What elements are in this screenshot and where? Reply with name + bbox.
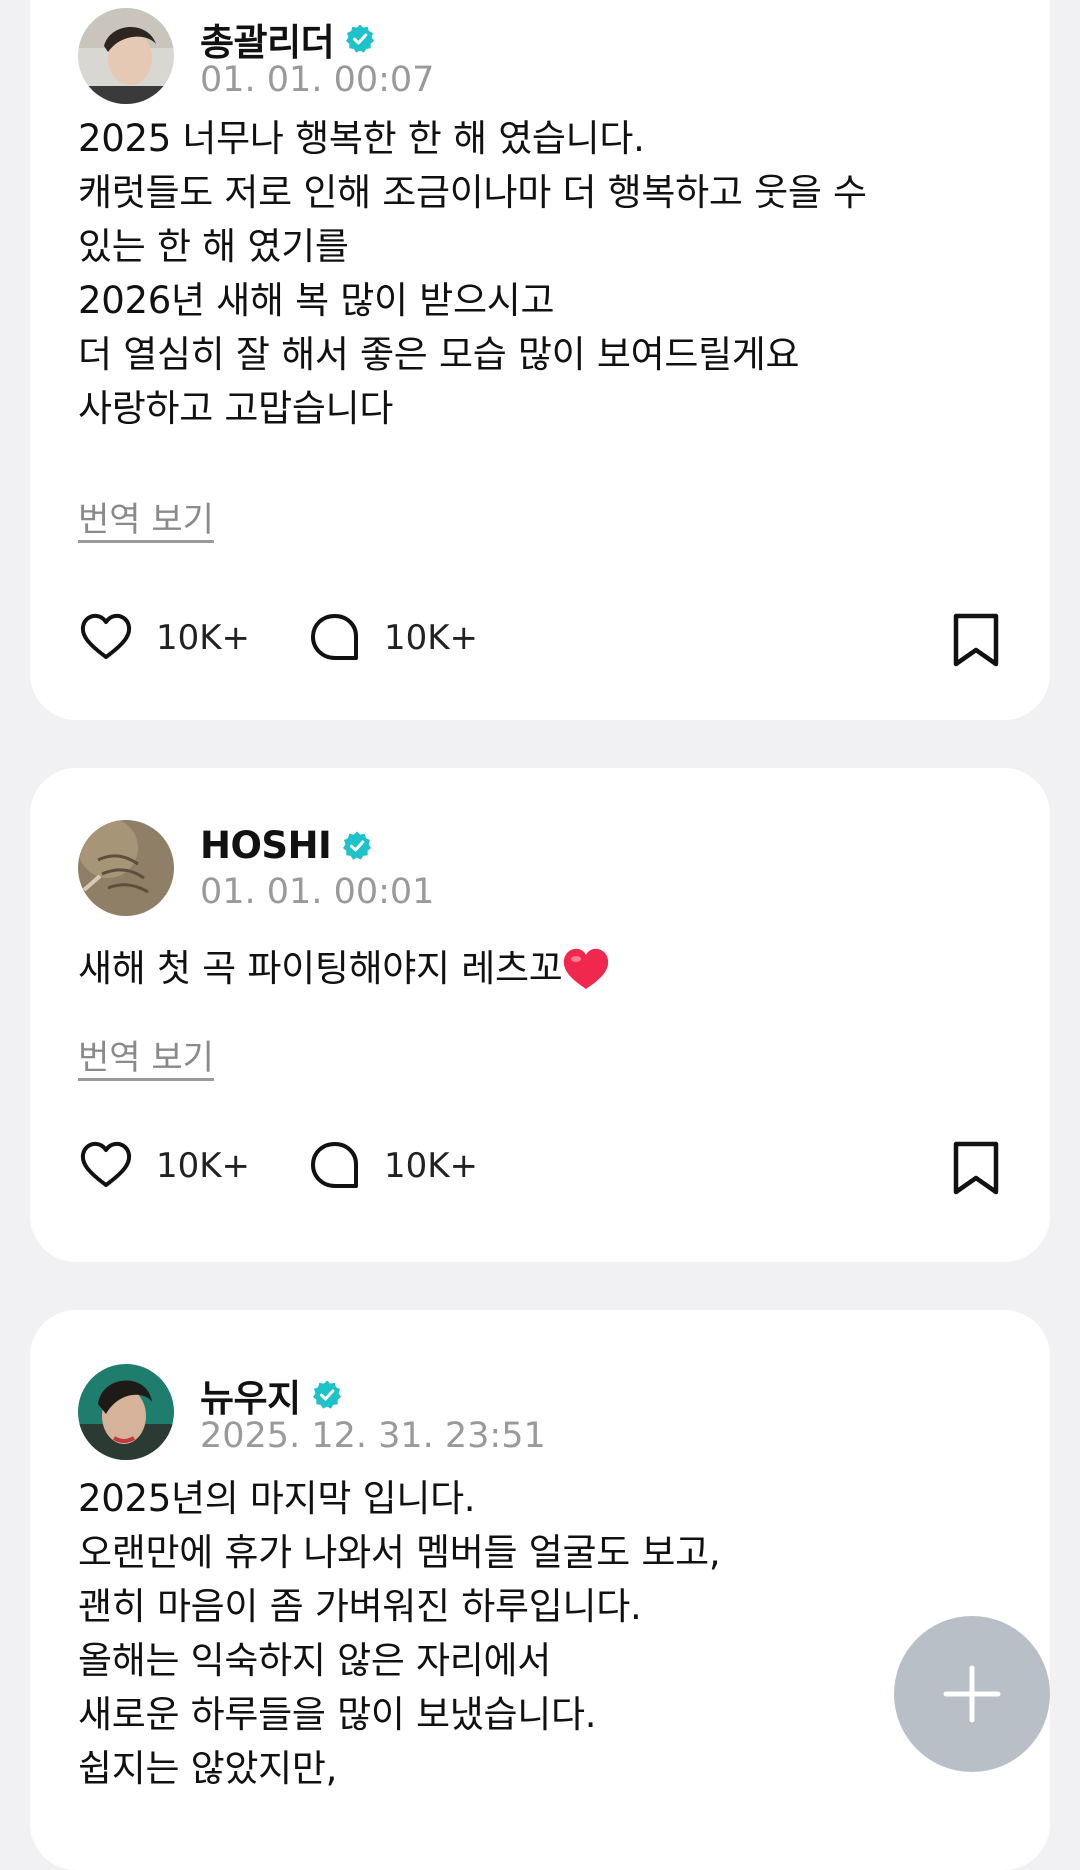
verified-badge-icon	[344, 23, 376, 55]
author-row[interactable]: 뉴우지	[200, 1368, 343, 1422]
post-line: 괜히 마음이 좀 가벼워진 하루입니다.	[78, 1585, 642, 1628]
post-card[interactable]: 뉴우지 2025. 12. 31. 23:51 2025년의 마지막 입니다. …	[30, 1310, 1050, 1870]
like-button[interactable]: 10K+	[78, 1138, 250, 1194]
compose-button[interactable]	[894, 1616, 1050, 1772]
bookmark-icon[interactable]	[950, 612, 1002, 668]
post-line: 2025년의 마지막 입니다.	[78, 1477, 476, 1520]
like-button[interactable]: 10K+	[78, 610, 250, 666]
post-line: 2025 너무나 행복한 한 해 였습니다.	[78, 117, 645, 160]
author-row[interactable]: HOSHI	[200, 824, 373, 867]
verified-badge-icon	[341, 830, 373, 862]
translate-link[interactable]: 번역 보기	[78, 492, 214, 541]
post-line: 2026년 새해 복 많이 받으시고	[78, 279, 555, 322]
comment-count: 10K+	[384, 1146, 479, 1186]
speech-bubble-icon	[306, 610, 362, 666]
post-card[interactable]: 총괄리더 01. 01. 00:07 2025 너무나 행복한 한 해 였습니다…	[30, 0, 1050, 720]
post-actions: 10K+ 10K+	[78, 1138, 1002, 1198]
post-line: 쉽지는 않았지만,	[78, 1747, 338, 1790]
post-actions: 10K+ 10K+	[78, 610, 1002, 670]
comment-button[interactable]: 10K+	[306, 610, 478, 666]
post-line: 올해는 익숙하지 않은 자리에서	[78, 1639, 552, 1682]
post-line: 캐럿들도 저로 인해 조금이나마 더 행복하고 웃을 수	[78, 171, 867, 214]
comment-count: 10K+	[384, 618, 479, 658]
comment-button[interactable]: 10K+	[306, 1138, 478, 1194]
plus-icon	[943, 1665, 1001, 1723]
avatar[interactable]	[78, 820, 174, 916]
post-line: 더 열심히 잘 해서 좋은 모습 많이 보여드릴게요	[78, 333, 800, 376]
post-line: 오랜만에 휴가 나와서 멤버들 얼굴도 보고,	[78, 1531, 721, 1574]
post-body: 새해 첫 곡 파이팅해야지 레츠꼬	[78, 942, 1010, 996]
post-line: 새해 첫 곡 파이팅해야지 레츠꼬	[78, 947, 563, 990]
post-time: 01. 01. 00:07	[200, 60, 435, 100]
verified-badge-icon	[311, 1379, 343, 1411]
post-line: 사랑하고 고맙습니다	[78, 387, 394, 430]
heart-icon	[78, 1138, 134, 1194]
like-count: 10K+	[156, 618, 251, 658]
post-time: 2025. 12. 31. 23:51	[200, 1416, 546, 1456]
author-name[interactable]: HOSHI	[200, 824, 332, 867]
heart-icon	[78, 610, 134, 666]
red-heart-emoji	[564, 948, 609, 989]
post-body: 2025 너무나 행복한 한 해 였습니다. 캐럿들도 저로 인해 조금이나마 …	[78, 112, 1010, 436]
translate-link[interactable]: 번역 보기	[78, 1030, 214, 1079]
post-body: 2025년의 마지막 입니다. 오랜만에 휴가 나와서 멤버들 얼굴도 보고, …	[78, 1472, 1010, 1796]
post-card[interactable]: HOSHI 01. 01. 00:01 새해 첫 곡 파이팅해야지 레츠꼬 번역…	[30, 768, 1050, 1262]
avatar[interactable]	[78, 8, 174, 104]
author-name[interactable]: 뉴우지	[200, 1368, 301, 1422]
post-line: 있는 한 해 였기를	[78, 225, 349, 268]
post-line: 새로운 하루들을 많이 보냈습니다.	[78, 1693, 597, 1736]
like-count: 10K+	[156, 1146, 251, 1186]
author-row[interactable]: 총괄리더	[200, 12, 376, 66]
bookmark-icon[interactable]	[950, 1140, 1002, 1196]
post-time: 01. 01. 00:01	[200, 872, 435, 912]
avatar[interactable]	[78, 1364, 174, 1460]
author-name[interactable]: 총괄리더	[200, 12, 335, 66]
speech-bubble-icon	[306, 1138, 362, 1194]
